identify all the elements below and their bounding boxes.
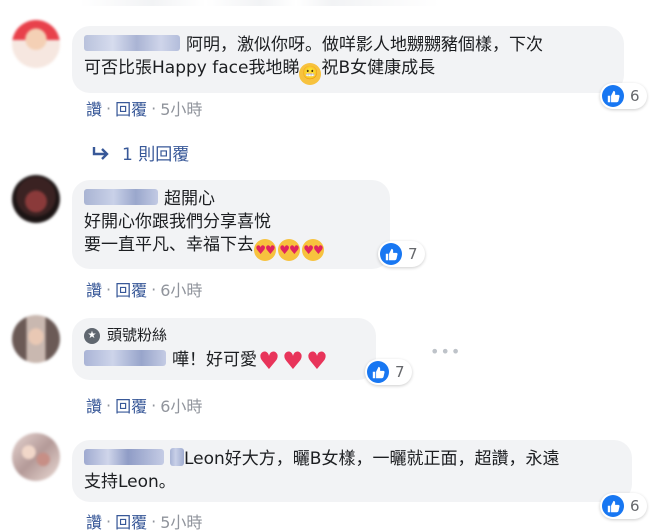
reply-link[interactable]: 回覆: [115, 96, 147, 120]
more-options-icon[interactable]: •••: [430, 342, 461, 361]
timestamp[interactable]: 6小時: [160, 393, 202, 417]
heart-eyes-emoji: ♥♥: [302, 239, 324, 261]
grimacing-face-emoji: 😬: [299, 63, 322, 85]
separator-dot: ·: [151, 511, 157, 530]
comment-actions: 讚 · 回覆 · 6小時: [86, 393, 202, 417]
thumbs-up-icon: [602, 495, 624, 517]
reply-arrow-icon: [92, 146, 109, 160]
heart-eyes-emoji: ♥♥: [278, 239, 300, 261]
comment-bubble: 阿明，激似你呀。做咩影人地嬲嬲豬個樣，下次 可否比張Happy face我地睇 😬…: [72, 26, 624, 93]
previous-comment-remnant: [80, 0, 440, 6]
comment-text: 好開心你跟我們分享喜悅: [84, 212, 271, 232]
comment-actions: 讚 · 回覆 · 6小時: [86, 277, 202, 301]
reaction-number: 7: [408, 245, 418, 263]
heart-eyes-emoji: ♥♥: [254, 239, 276, 261]
author-name[interactable]: [84, 35, 180, 51]
view-replies-link[interactable]: 1 則回覆: [92, 140, 189, 165]
heart-emoji: ♥: [306, 347, 328, 375]
comment-text: 要一直平凡、幸福下去: [84, 235, 254, 255]
heart-emoji: ♥: [258, 347, 280, 375]
reaction-count[interactable]: 7: [365, 359, 412, 385]
separator-dot: ·: [106, 395, 112, 415]
avatar[interactable]: [12, 175, 60, 223]
comment-bubble: 超開心 好開心你跟我們分享喜悅 要一直平凡、幸福下去♥♥ ♥♥ ♥♥: [72, 180, 390, 269]
like-link[interactable]: 讚: [86, 393, 102, 417]
reaction-count[interactable]: 7: [378, 241, 425, 267]
author-name[interactable]: [84, 449, 164, 465]
author-name-suffix[interactable]: [170, 448, 184, 466]
comment-text-line: 阿明，激似你呀。做咩影人地嬲嬲豬個樣，下次: [84, 34, 612, 57]
comment-text-line: Leon好大方，曬B女樣，一曬就正面，超讚，永遠: [84, 448, 620, 471]
reply-link[interactable]: 回覆: [115, 393, 147, 417]
reaction-number: 6: [630, 87, 640, 105]
comment-bubble: ★ 頭號粉絲 嘩！好可愛♥ ♥ ♥: [72, 318, 376, 380]
comment-actions: 讚 · 回覆 · 5小時: [86, 509, 202, 530]
comment-text: Leon好大方，曬B女樣，一曬就正面，超讚，永遠: [184, 449, 560, 469]
separator-dot: ·: [106, 279, 112, 299]
comment-text: 可否比張Happy face我地睇: [84, 58, 300, 78]
comment-text-line: 超開心: [84, 188, 378, 211]
separator-dot: ·: [151, 279, 157, 299]
like-link[interactable]: 讚: [86, 277, 102, 301]
thumbs-up-icon: [602, 85, 624, 107]
separator-dot: ·: [106, 511, 112, 530]
timestamp[interactable]: 5小時: [160, 96, 202, 120]
like-link[interactable]: 讚: [86, 96, 102, 120]
top-fan-icon: ★: [84, 327, 100, 344]
avatar[interactable]: [12, 20, 60, 68]
separator-dot: ·: [151, 98, 157, 118]
thumbs-up-icon: [380, 243, 402, 265]
thumbs-up-icon: [367, 361, 389, 383]
comment-text: 阿明，激似你呀。做咩影人地嬲嬲豬個樣，下次: [186, 35, 543, 55]
author-name[interactable]: [84, 189, 158, 205]
reaction-count[interactable]: 6: [600, 493, 647, 519]
reaction-number: 6: [630, 497, 640, 515]
avatar[interactable]: [12, 315, 60, 363]
like-link[interactable]: 讚: [86, 509, 102, 530]
timestamp[interactable]: 6小時: [160, 277, 202, 301]
reply-link[interactable]: 回覆: [115, 509, 147, 530]
comment-actions: 讚 · 回覆 · 5小時: [86, 96, 202, 120]
badge-label: 頭號粉絲: [107, 326, 168, 344]
comment-text: 超開心: [164, 189, 215, 209]
heart-emoji: ♥: [282, 347, 304, 375]
comment-text: 嘩！好可愛: [172, 350, 257, 370]
reaction-count[interactable]: 6: [600, 83, 647, 109]
top-fan-badge[interactable]: ★ 頭號粉絲: [84, 324, 364, 347]
comment-text-line: 嘩！好可愛♥ ♥ ♥: [84, 347, 364, 375]
separator-dot: ·: [151, 395, 157, 415]
reply-link[interactable]: 回覆: [115, 277, 147, 301]
comment-text-line: 可否比張Happy face我地睇 😬 祝B女健康成長: [84, 57, 612, 85]
separator-dot: ·: [106, 98, 112, 118]
comment-text: 支持Leon。: [84, 472, 176, 492]
timestamp[interactable]: 5小時: [160, 509, 202, 530]
comment-text-line: 要一直平凡、幸福下去♥♥ ♥♥ ♥♥: [84, 234, 378, 261]
replies-count-label: 1 則回覆: [122, 145, 190, 165]
reaction-number: 7: [395, 363, 405, 381]
comment-bubble: Leon好大方，曬B女樣，一曬就正面，超讚，永遠 支持Leon。: [72, 440, 632, 502]
avatar[interactable]: [12, 433, 60, 481]
author-name[interactable]: [84, 350, 166, 366]
comment-text: 祝B女健康成長: [321, 58, 436, 78]
